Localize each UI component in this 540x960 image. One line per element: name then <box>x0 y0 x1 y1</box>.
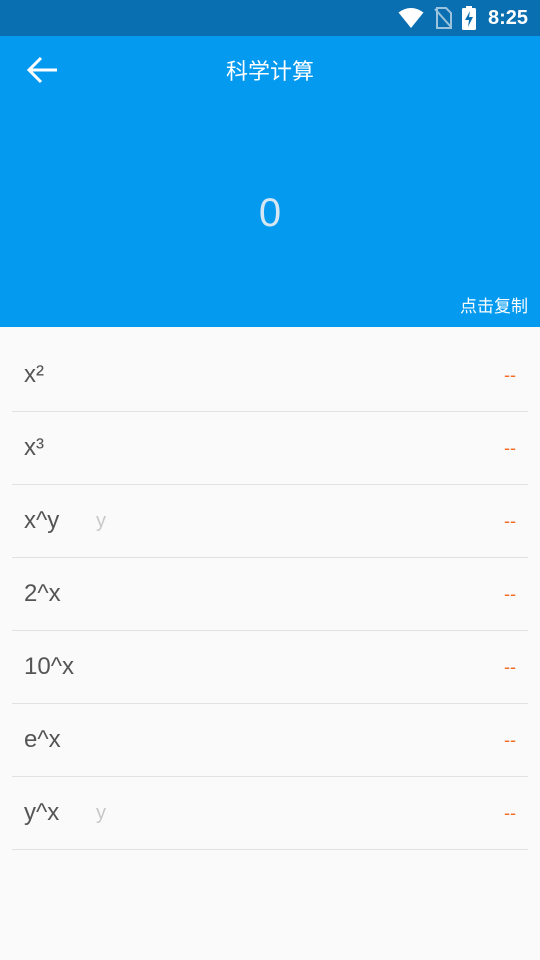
no-sim-icon <box>434 7 452 29</box>
function-row-e-pow-x[interactable]: e^x -- <box>12 704 528 777</box>
function-row-10-pow-x[interactable]: 10^x -- <box>12 631 528 704</box>
function-row-2-pow-x[interactable]: 2^x -- <box>12 558 528 631</box>
function-row-x-squared[interactable]: x² -- <box>12 339 528 412</box>
calculator-header: 科学计算 0 点击复制 <box>0 36 540 327</box>
wifi-icon <box>398 7 424 29</box>
function-label: x² <box>24 361 44 388</box>
battery-charging-icon <box>461 6 476 30</box>
page-title: 科学计算 <box>225 60 314 85</box>
status-time: 8:25 <box>487 6 528 29</box>
result-display: 0 <box>258 191 282 235</box>
function-list: x² -- x³ -- x^y y -- 2^x -- 10^x -- e^x … <box>12 339 528 850</box>
function-result: -- <box>504 802 516 823</box>
function-row-y-pow-x[interactable]: y^x y -- <box>12 777 528 850</box>
status-bar: 8:25 <box>0 0 540 36</box>
function-result: -- <box>504 364 516 385</box>
function-label: x^y <box>24 507 60 534</box>
function-result: -- <box>504 510 516 531</box>
function-label: 10^x <box>24 653 74 680</box>
function-row-x-cubed[interactable]: x³ -- <box>12 412 528 485</box>
function-result: -- <box>504 729 516 750</box>
function-row-x-pow-y[interactable]: x^y y -- <box>12 485 528 558</box>
function-result: -- <box>504 437 516 458</box>
function-result: -- <box>504 583 516 604</box>
function-label: e^x <box>24 726 61 753</box>
function-label: y^x <box>24 799 60 826</box>
y-input[interactable]: y <box>96 802 106 825</box>
function-label: x³ <box>24 434 44 461</box>
copy-button[interactable]: 点击复制 <box>460 292 528 317</box>
function-label: 2^x <box>24 580 61 607</box>
y-input[interactable]: y <box>96 510 106 533</box>
function-result: -- <box>504 656 516 677</box>
